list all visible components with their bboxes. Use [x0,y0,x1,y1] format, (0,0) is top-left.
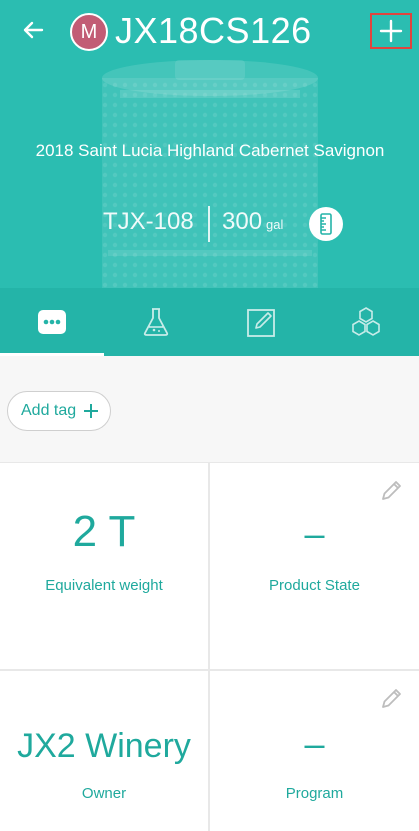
edit-product-state-button[interactable] [379,477,405,503]
add-tag-button[interactable]: Add tag [7,391,112,431]
info-grid: 2 T Equivalent weight – Product State JX… [0,462,419,831]
equivalent-weight-value: 2 T [72,507,136,556]
arrow-left-icon [23,21,44,39]
pencil-icon [382,481,401,500]
plus-icon [84,404,99,418]
tab-notes[interactable] [209,288,313,356]
volume-unit: gal [266,217,284,232]
program-value: – [304,723,325,764]
product-state-value: – [304,513,325,554]
product-state-label: Product State [269,577,360,594]
top-bar: M JX18CS126 [0,0,419,64]
add-tag-label: Add tag [21,402,77,419]
owner-value: JX2 Winery [17,727,191,765]
edit-note-icon [247,309,275,337]
pencil-icon [382,689,401,708]
flask-icon [143,308,169,336]
card-owner: JX2 Winery Owner [0,671,208,831]
tab-composition[interactable] [314,288,418,356]
vessel-code: TJX-108 [103,208,194,235]
ruler-icon [320,213,332,235]
card-equivalent-weight: 2 T Equivalent weight [0,463,208,669]
hexagons-icon [352,307,380,336]
vessel-stats: TJX-108 300 gal [0,204,419,244]
vessel-volume: 300 gal [222,208,283,236]
vessel-header: M JX18CS126 2018 Saint Lucia Highland Ca… [0,0,419,288]
tab-bar [0,288,419,356]
user-avatar[interactable]: M [70,13,108,51]
tag-section: Add tag [0,356,419,462]
edit-program-button[interactable] [379,685,405,711]
card-product-state: – Product State [210,463,419,669]
equivalent-weight-label: Equivalent weight [45,577,163,594]
measure-button[interactable] [309,207,343,241]
wine-name: 2018 Saint Lucia Highland Cabernet Savig… [35,141,385,160]
program-label: Program [285,785,344,802]
owner-label: Owner [81,785,127,802]
stats-divider [208,206,210,242]
add-button[interactable] [370,13,412,49]
card-program: – Program [210,671,419,831]
volume-value: 300 [222,208,263,235]
more-dots-icon [38,310,66,334]
tab-lab[interactable] [104,288,208,356]
tab-overview[interactable] [0,288,104,356]
vessel-id-title: JX18CS126 [115,10,312,51]
plus-icon [379,19,403,43]
back-button[interactable] [17,14,49,46]
